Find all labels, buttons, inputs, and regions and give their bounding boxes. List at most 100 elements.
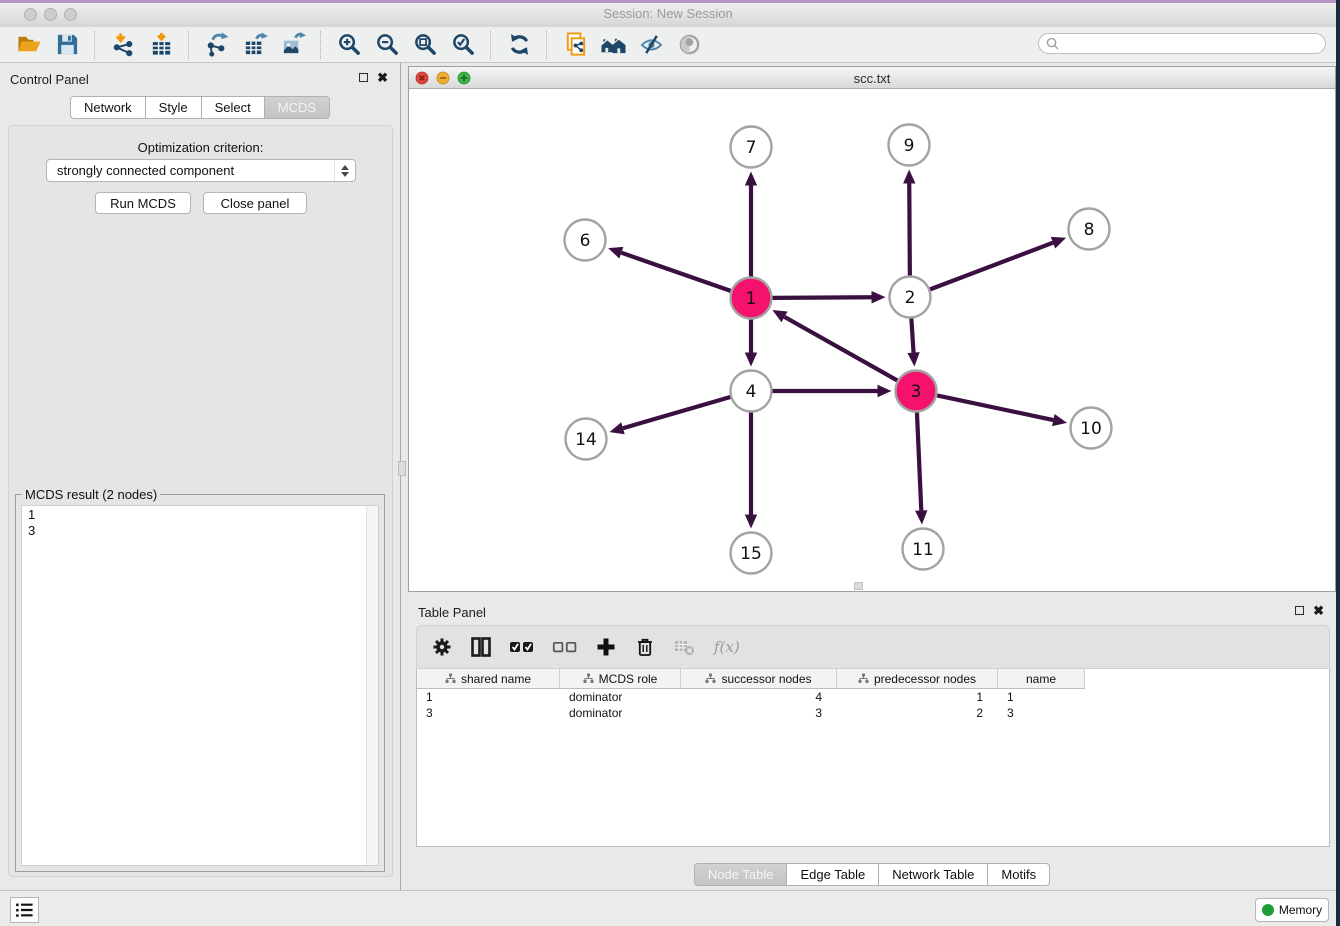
save-session-icon[interactable] [52, 31, 82, 59]
cell-shared-name[interactable]: 1 [417, 690, 560, 704]
import-network-icon[interactable] [108, 31, 138, 59]
graph-node-1[interactable]: 1 [731, 278, 772, 319]
graph-node-3[interactable]: 3 [896, 371, 937, 412]
svg-text:f(x): f(x) [713, 638, 740, 656]
run-mcds-button[interactable]: Run MCDS [95, 192, 191, 214]
table-body: 1dominator4113dominator323 [417, 689, 1329, 721]
cell-name[interactable]: 3 [998, 706, 1085, 720]
export-network-icon[interactable] [202, 31, 232, 59]
graph-edge-2-8[interactable] [930, 237, 1066, 289]
tab-select[interactable]: Select [201, 96, 265, 119]
function-builder-icon: f(x) [712, 634, 746, 660]
criterion-dropdown[interactable]: strongly connected component [46, 159, 356, 182]
graph-node-7[interactable]: 7 [731, 127, 772, 168]
search-input[interactable] [1059, 36, 1325, 52]
cell-MCDS-role[interactable]: dominator [560, 706, 681, 720]
mcds-result-box[interactable]: 13 [21, 505, 379, 866]
graph-node-8[interactable]: 8 [1069, 209, 1110, 250]
cell-predecessor-nodes[interactable]: 1 [837, 690, 998, 704]
column-header-name[interactable]: name [998, 669, 1085, 688]
deselect-all-rows-icon[interactable] [552, 634, 578, 660]
network-canvas[interactable]: 7 9 6 8 1 2 4 3 14 10 15 11 [409, 89, 1335, 591]
graph-edge-4-15[interactable] [745, 413, 757, 529]
network-window-titlebar[interactable]: scc.txt [409, 67, 1335, 89]
toolbar-icon-group [10, 31, 708, 59]
column-header-successor-nodes[interactable]: successor nodes [681, 669, 837, 688]
zoom-selected-icon[interactable] [448, 31, 478, 59]
column-header-shared-name[interactable]: shared name [417, 669, 560, 688]
cell-MCDS-role[interactable]: dominator [560, 690, 681, 704]
tab-motifs[interactable]: Motifs [987, 863, 1050, 886]
first-neighbors-icon[interactable] [598, 31, 628, 59]
graph-edge-1-6[interactable] [608, 247, 731, 291]
cell-successor-nodes[interactable]: 3 [681, 706, 837, 720]
search-box [1038, 33, 1326, 54]
graph-edge-3-11[interactable] [915, 412, 927, 524]
select-all-rows-icon[interactable] [509, 634, 535, 660]
cell-predecessor-nodes[interactable]: 2 [837, 706, 998, 720]
tab-node-table[interactable]: Node Table [694, 863, 788, 886]
mcds-result-group: MCDS result (2 nodes) 13 [15, 494, 385, 872]
close-panel-icon[interactable]: ✖ [377, 72, 388, 83]
table-row[interactable]: 3dominator323 [417, 705, 1329, 721]
tab-edge-table[interactable]: Edge Table [786, 863, 879, 886]
graph-edge-1-2[interactable] [772, 291, 885, 303]
table-settings-icon[interactable] [431, 634, 453, 660]
zoom-out-icon[interactable] [372, 31, 402, 59]
svg-text:8: 8 [1084, 220, 1095, 240]
open-session-icon[interactable] [14, 31, 44, 59]
zoom-in-icon[interactable] [334, 31, 364, 59]
graph-node-9[interactable]: 9 [889, 125, 930, 166]
graph-node-15[interactable]: 15 [731, 533, 772, 574]
graph-edge-1-4[interactable] [745, 320, 757, 367]
graph-edge-3-10[interactable] [937, 395, 1067, 426]
add-column-icon[interactable] [595, 634, 617, 660]
column-header-MCDS-role[interactable]: MCDS role [560, 669, 681, 688]
graph-edge-2-9[interactable] [903, 169, 915, 275]
apply-layout-icon[interactable] [504, 31, 534, 59]
vertical-splitter-handle[interactable] [398, 461, 406, 476]
cell-shared-name[interactable]: 3 [417, 706, 560, 720]
network-title: scc.txt [409, 71, 1335, 86]
network-from-selection-icon[interactable] [560, 31, 590, 59]
memory-button[interactable]: Memory [1255, 898, 1329, 922]
memory-status-icon [1262, 904, 1274, 916]
tab-style[interactable]: Style [145, 96, 202, 119]
graph-edge-3-1[interactable] [772, 310, 897, 380]
cell-successor-nodes[interactable]: 4 [681, 690, 837, 704]
graph-node-10[interactable]: 10 [1071, 408, 1112, 449]
export-image-icon[interactable] [278, 31, 308, 59]
graph-node-4[interactable]: 4 [731, 371, 772, 412]
table-panel-title: Table Panel [418, 605, 486, 620]
show-graphics-details-icon [674, 31, 704, 59]
network-view-window: scc.txt 7 9 6 8 1 2 4 3 14 10 15 11 [408, 66, 1336, 592]
tab-network-table[interactable]: Network Table [878, 863, 988, 886]
close-panel-button[interactable]: Close panel [203, 192, 307, 214]
svg-text:4: 4 [746, 382, 757, 402]
float-table-panel-icon[interactable] [1295, 606, 1304, 615]
graph-node-6[interactable]: 6 [565, 220, 606, 261]
horizontal-splitter-handle[interactable] [854, 582, 863, 590]
graph-edge-4-14[interactable] [610, 397, 731, 434]
graph-node-14[interactable]: 14 [566, 419, 607, 460]
zoom-fit-icon[interactable] [410, 31, 440, 59]
task-history-button[interactable] [10, 897, 39, 923]
close-table-panel-icon[interactable]: ✖ [1313, 605, 1324, 616]
delete-column-icon[interactable] [634, 634, 656, 660]
result-scrollbar[interactable] [366, 506, 378, 865]
tab-mcds[interactable]: MCDS [264, 96, 330, 119]
tab-network[interactable]: Network [70, 96, 146, 119]
float-panel-icon[interactable] [359, 73, 368, 82]
cell-name[interactable]: 1 [998, 690, 1085, 704]
graph-node-11[interactable]: 11 [903, 529, 944, 570]
import-table-icon[interactable] [146, 31, 176, 59]
export-table-icon[interactable] [240, 31, 270, 59]
table-row[interactable]: 1dominator411 [417, 689, 1329, 705]
column-visibility-icon[interactable] [470, 634, 492, 660]
graph-edge-2-3[interactable] [907, 318, 919, 366]
hide-graphics-details-icon[interactable] [636, 31, 666, 59]
graph-edge-1-7[interactable] [745, 172, 757, 277]
graph-edge-4-3[interactable] [773, 385, 892, 397]
graph-node-2[interactable]: 2 [890, 277, 931, 318]
column-header-predecessor-nodes[interactable]: predecessor nodes [837, 669, 998, 688]
